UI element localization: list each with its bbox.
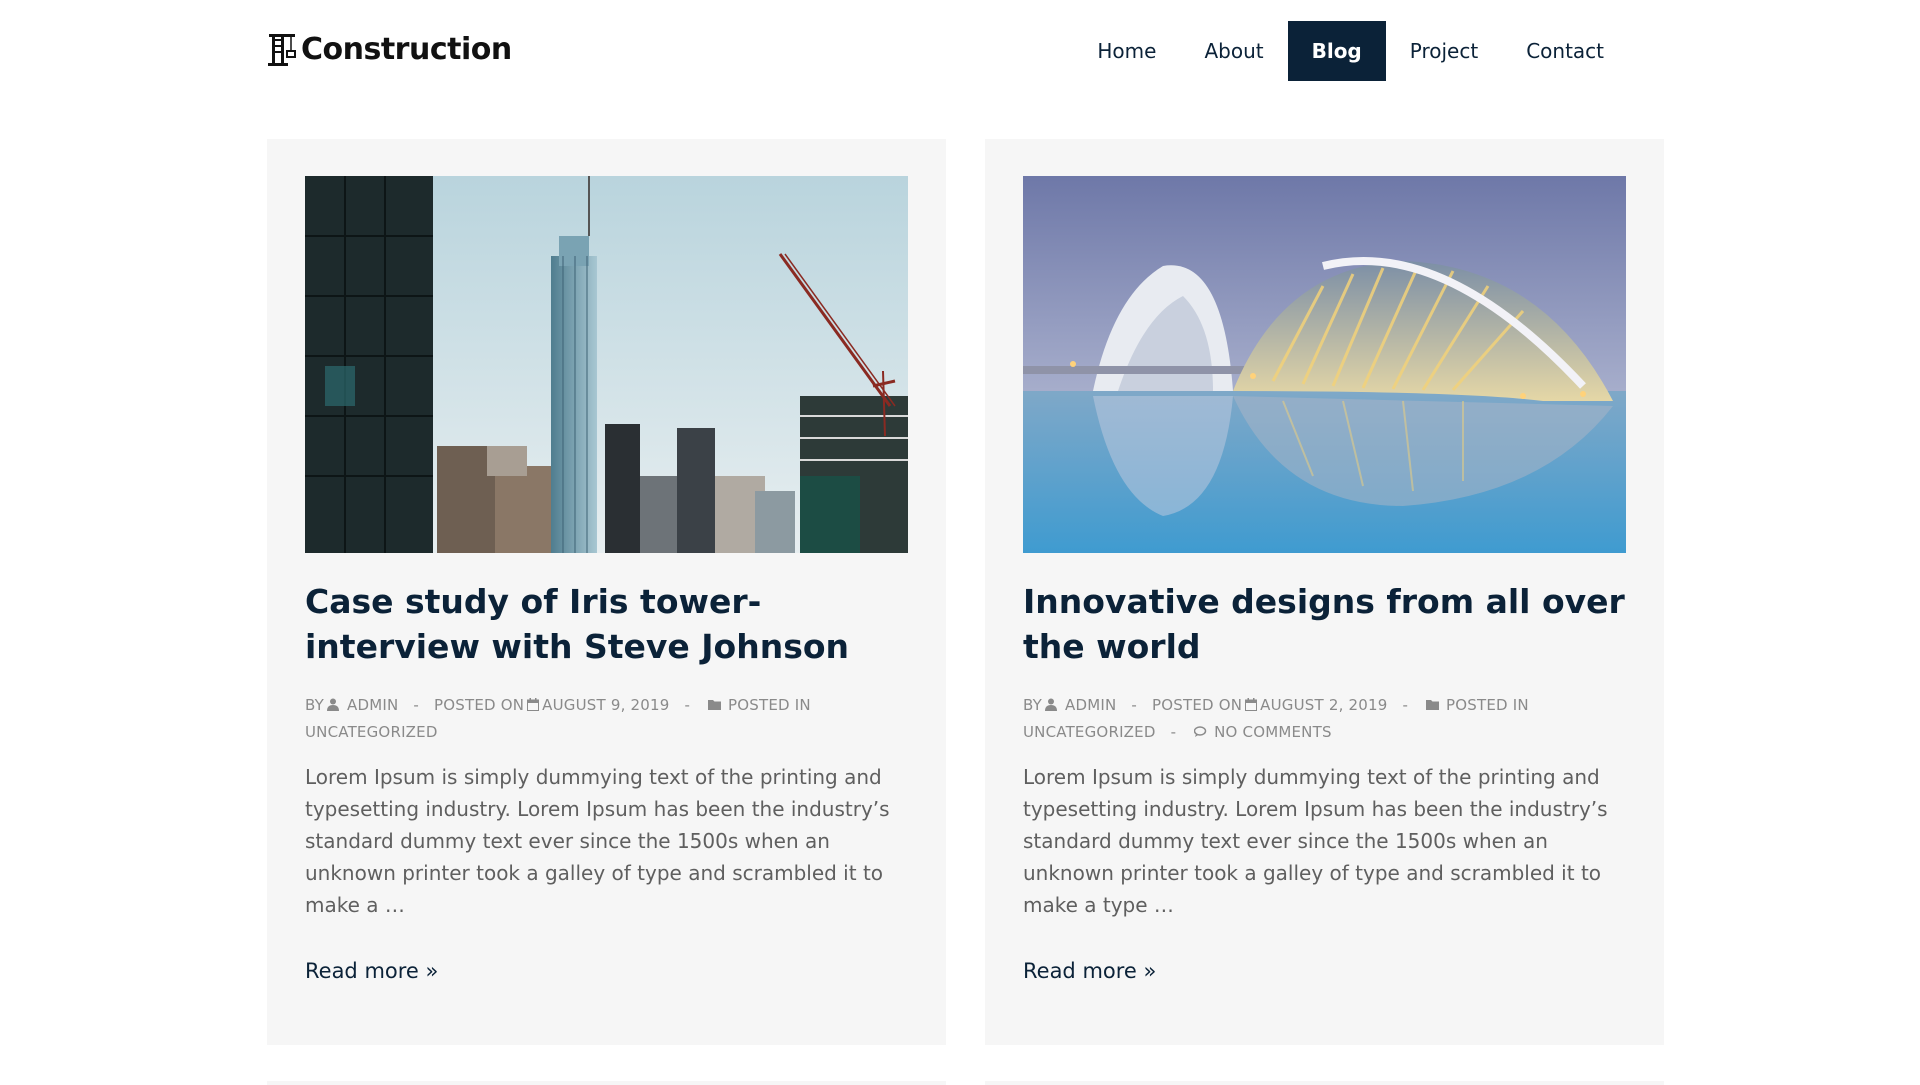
post-excerpt: Lorem Ipsum is simply dummying text of t… <box>305 765 890 917</box>
folder-icon <box>708 693 722 710</box>
meta-posted-in-label: POSTED IN <box>728 696 811 714</box>
meta-posted-on-label: POSTED ON <box>433 696 525 714</box>
nav-home[interactable]: Home <box>1073 21 1180 81</box>
folder-icon <box>1426 693 1440 710</box>
post-excerpt: Lorem Ipsum is simply dummying text of t… <box>1023 765 1608 917</box>
post-thumbnail[interactable] <box>305 176 908 553</box>
site-header: Construction Home About Blog Project Con… <box>0 0 1920 102</box>
post-date[interactable]: AUGUST 2, 2019 <box>1260 696 1387 714</box>
architecture-reflection-image <box>1023 176 1626 553</box>
post-category[interactable]: UNCATEGORIZED <box>305 723 438 741</box>
nav-contact[interactable]: Contact <box>1502 21 1628 81</box>
post-meta: BY ADMIN - POSTED ON AUGUST 9, 2019 - POS… <box>305 692 908 746</box>
comments-icon <box>1193 720 1207 737</box>
nav-project[interactable]: Project <box>1386 21 1502 81</box>
meta-separator: - <box>1170 723 1177 741</box>
meta-separator: - <box>1402 696 1409 714</box>
user-icon <box>327 693 340 711</box>
post-title[interactable]: Case study of Iris tower- interview with… <box>305 579 908 669</box>
city-skyline-image <box>305 176 908 553</box>
user-icon <box>1045 693 1058 711</box>
next-post-card-edge <box>985 1081 1664 1085</box>
meta-posted-on-label: POSTED ON <box>1151 696 1243 714</box>
post-author[interactable]: ADMIN <box>1065 696 1116 714</box>
post-comments[interactable]: NO COMMENTS <box>1214 723 1332 741</box>
meta-by-label: BY <box>305 696 325 714</box>
post-category[interactable]: UNCATEGORIZED <box>1023 723 1156 741</box>
meta-separator: - <box>684 696 691 714</box>
nav-about[interactable]: About <box>1180 21 1287 81</box>
meta-posted-in-label: POSTED IN <box>1446 696 1529 714</box>
next-post-card-edge <box>267 1081 946 1085</box>
blog-post-list: Case study of Iris tower- interview with… <box>267 139 1664 1045</box>
calendar-icon <box>1245 693 1258 711</box>
calendar-icon <box>527 693 540 711</box>
meta-separator: - <box>413 696 420 714</box>
meta-by-label: BY <box>1023 696 1043 714</box>
main-nav: Home About Blog Project Contact <box>1073 21 1628 81</box>
site-logo[interactable]: Construction <box>265 31 512 67</box>
read-more-link[interactable]: Read more » <box>1023 959 1156 983</box>
blog-post-card: Case study of Iris tower- interview with… <box>267 139 946 1045</box>
brand-name: Construction <box>301 31 512 67</box>
nav-blog[interactable]: Blog <box>1287 21 1386 81</box>
read-more-link[interactable]: Read more » <box>305 959 438 983</box>
post-author[interactable]: ADMIN <box>347 696 398 714</box>
post-date[interactable]: AUGUST 9, 2019 <box>542 696 669 714</box>
post-title[interactable]: Innovative designs from all over the wor… <box>1023 579 1626 669</box>
post-thumbnail[interactable] <box>1023 176 1626 553</box>
crane-icon <box>265 31 299 67</box>
blog-post-card: Innovative designs from all over the wor… <box>985 139 1664 1045</box>
post-meta: BY ADMIN - POSTED ON AUGUST 2, 2019 - POS… <box>1023 692 1626 746</box>
meta-separator: - <box>1131 696 1138 714</box>
